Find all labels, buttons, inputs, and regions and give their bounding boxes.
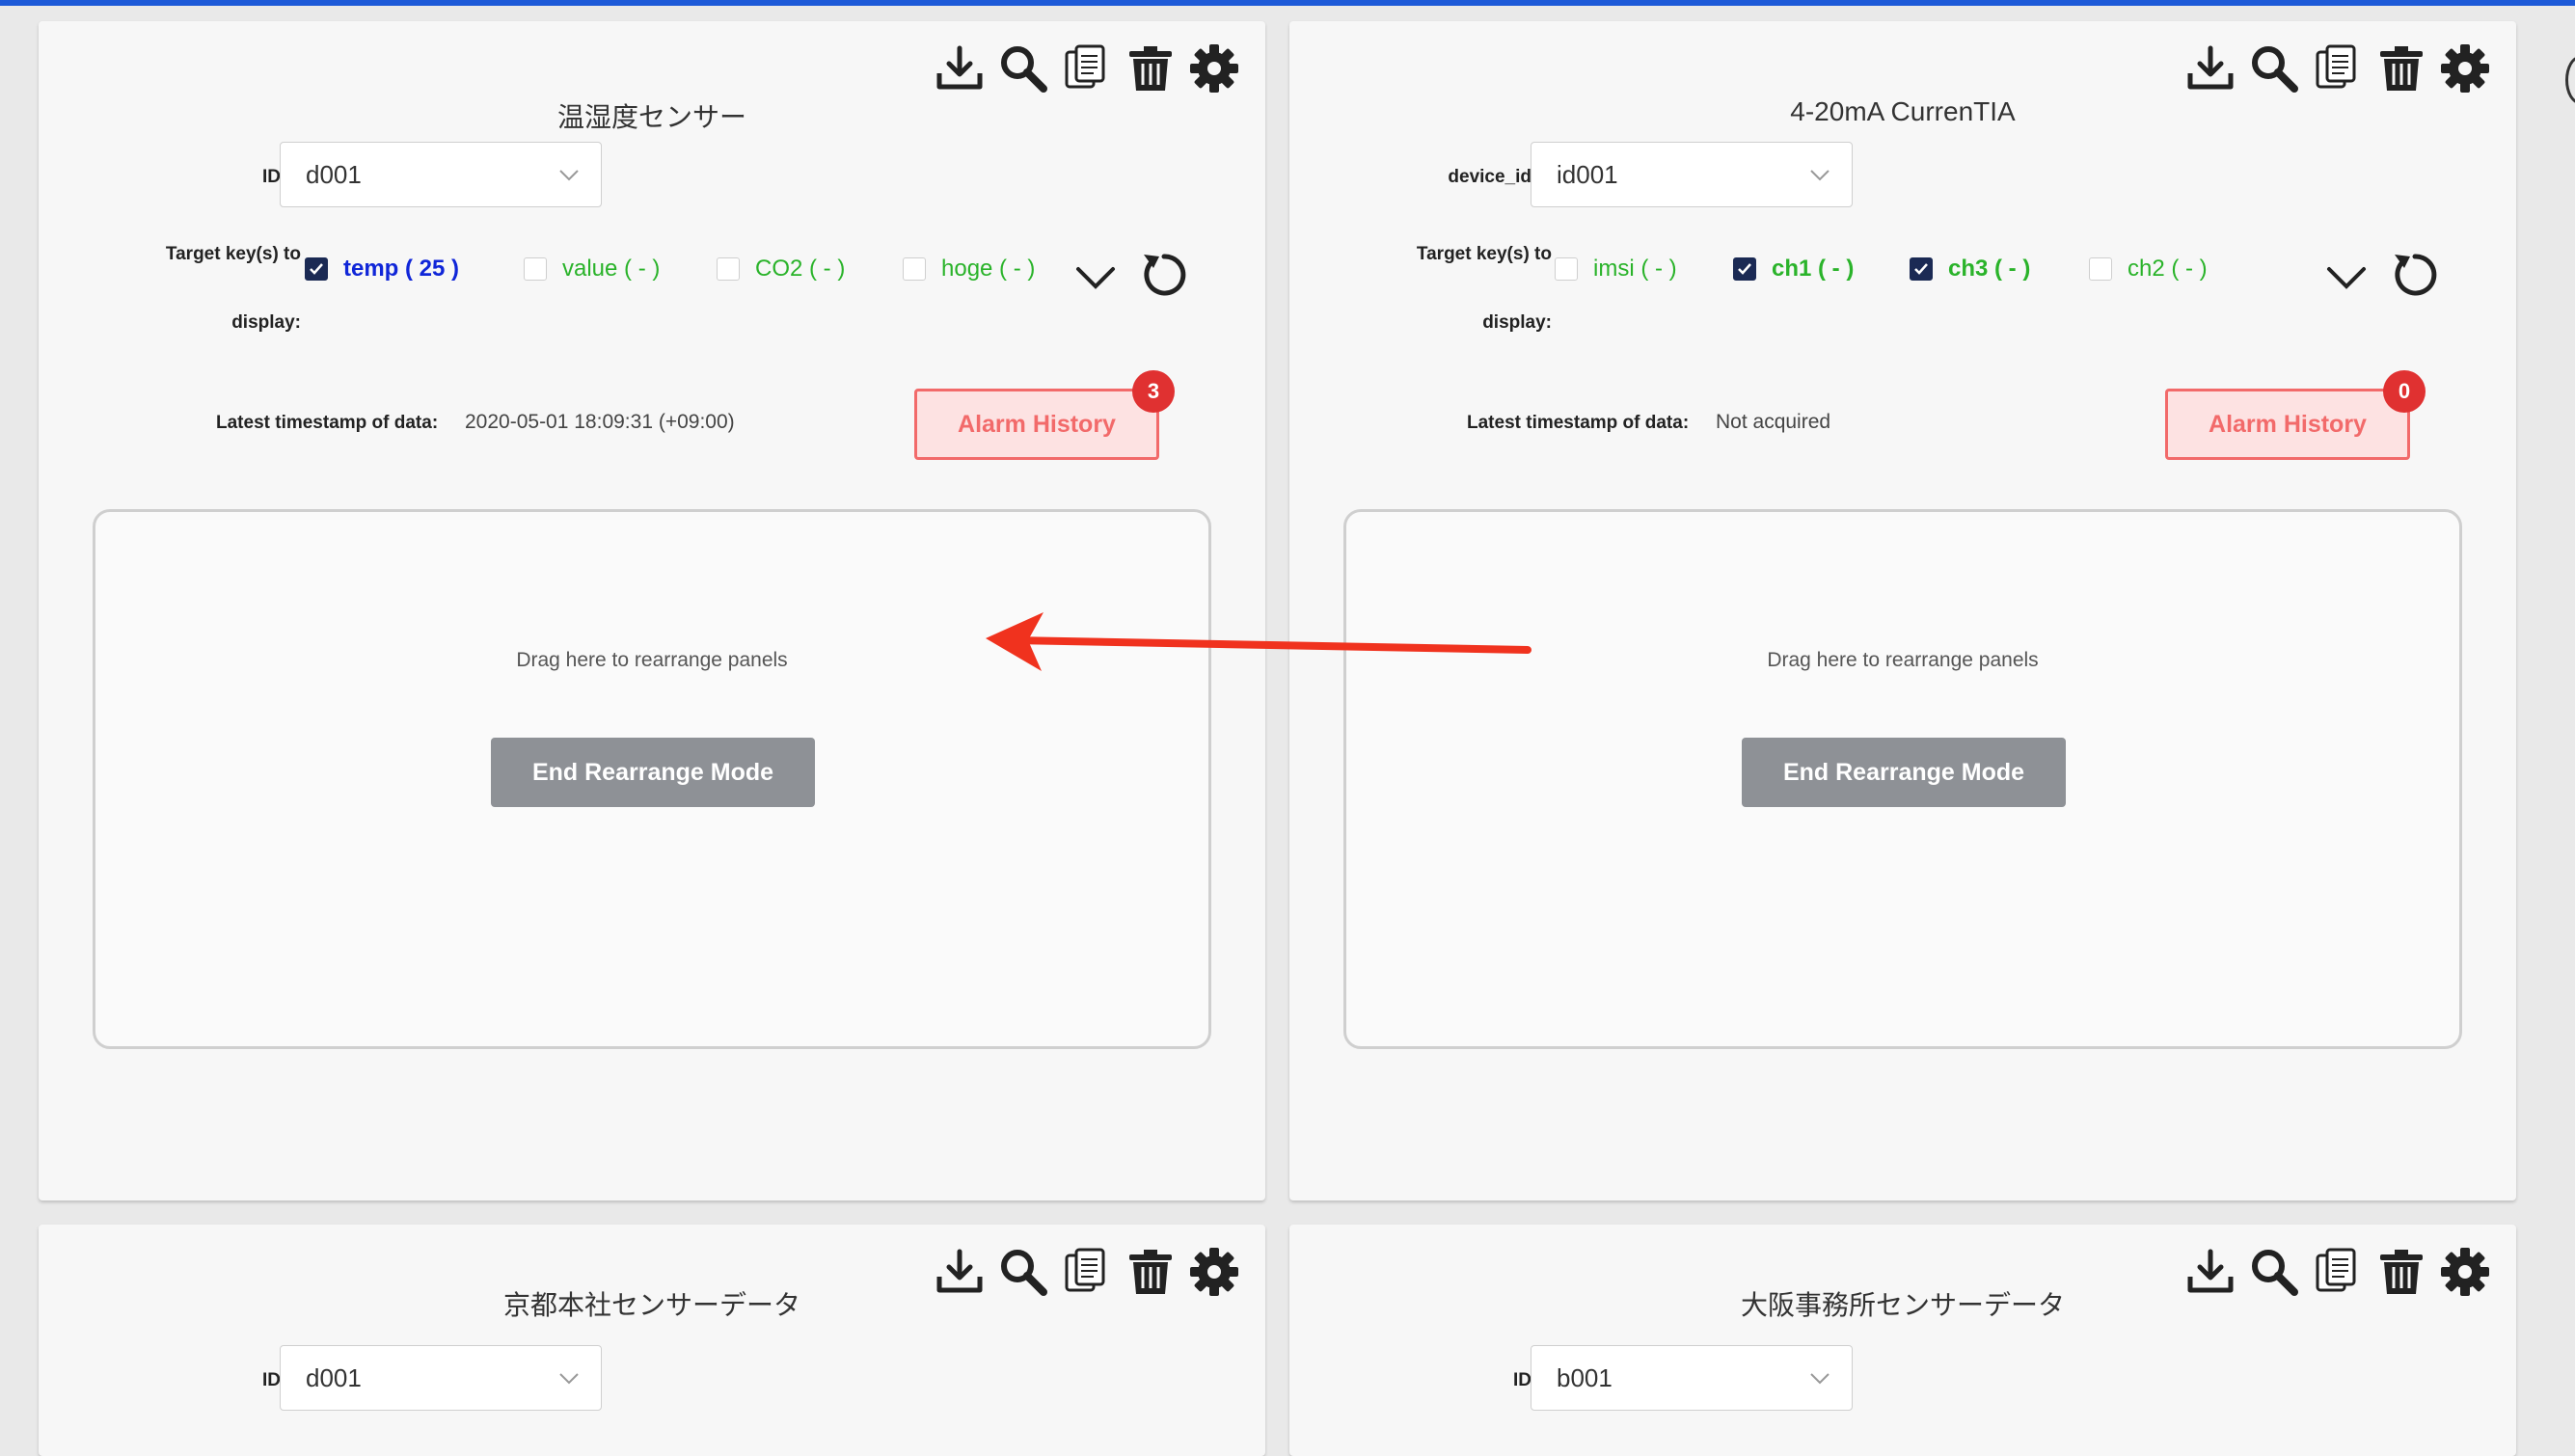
key-checkbox-ch1[interactable]: ch1 ( - ) [1733, 256, 1854, 283]
expand-chevron-icon[interactable] [1074, 256, 1117, 298]
partial-edge-icon [2565, 56, 2575, 104]
panel-title: 大阪事務所センサーデータ [1740, 1290, 2065, 1320]
checkbox[interactable] [903, 257, 926, 281]
checkbox[interactable] [1555, 257, 1578, 281]
download-icon[interactable] [934, 42, 986, 94]
panel-current-tia: 4-20mA CurrenTIA device_id： id001 Target… [1289, 21, 2516, 1200]
key-checkbox-co2[interactable]: CO2 ( - ) [717, 256, 845, 283]
id-select-value: d001 [306, 1363, 362, 1392]
key-label: ch1 ( - ) [1772, 256, 1855, 282]
drop-zone-text: Drag here to rearrange panels [516, 649, 788, 671]
expand-chevron-icon[interactable] [2325, 256, 2368, 298]
id-label: device_id： [1448, 167, 1550, 187]
refresh-icon[interactable] [1138, 249, 1190, 301]
search-icon[interactable] [997, 42, 1049, 94]
search-icon[interactable] [2248, 42, 2300, 94]
panel-title: 京都本社センサーデータ [502, 1290, 800, 1320]
alarm-history-button[interactable]: Alarm History [914, 389, 1159, 460]
panel-title: 温湿度センサー [556, 102, 746, 132]
key-label: value ( - ) [562, 256, 661, 282]
alarm-count-badge: 3 [1132, 370, 1175, 413]
id-select[interactable]: b001 [1531, 1345, 1853, 1411]
panel-title: 4-20mA CurrenTIA [1790, 96, 2016, 126]
key-label: ch2 ( - ) [2128, 256, 2208, 282]
checkbox[interactable] [2089, 257, 2112, 281]
id-select-value: id001 [1557, 160, 1618, 189]
chevron-down-icon [1810, 170, 1830, 181]
panel-temp-humidity: 温湿度センサー ID： d001 Target key(s) to displa… [39, 21, 1265, 1200]
timestamp-label: Latest timestamp of data: [1467, 413, 1690, 433]
trash-icon[interactable] [1125, 42, 1177, 94]
copy-icon[interactable] [1061, 42, 1113, 94]
alarm-history-button[interactable]: Alarm History [2165, 389, 2410, 460]
target-keys-label: Target key(s) to [1416, 244, 1552, 264]
refresh-icon[interactable] [2389, 249, 2441, 301]
copy-icon[interactable] [2312, 42, 2364, 94]
alarm-count-badge: 0 [2383, 370, 2426, 413]
key-checkbox-temp[interactable]: temp ( 25 ) [305, 256, 459, 283]
checkbox[interactable] [524, 257, 547, 281]
key-checkbox-value[interactable]: value ( - ) [524, 256, 660, 283]
timestamp-value: Not acquired [1716, 411, 1831, 433]
trash-icon[interactable] [2375, 42, 2427, 94]
gear-icon[interactable] [2439, 42, 2491, 94]
end-rearrange-button[interactable]: End Rearrange Mode [491, 738, 815, 807]
chevron-down-icon [559, 170, 579, 181]
id-select[interactable]: d001 [280, 142, 602, 207]
chevron-down-icon [1810, 1373, 1830, 1385]
end-rearrange-button[interactable]: End Rearrange Mode [1742, 738, 2066, 807]
checkbox[interactable] [717, 257, 740, 281]
top-accent-bar [0, 0, 2575, 6]
id-select-value: b001 [1557, 1363, 1613, 1392]
target-keys-label-cont: display: [1482, 312, 1552, 333]
key-label: CO2 ( - ) [755, 256, 846, 282]
target-keys-label: Target key(s) to [165, 244, 301, 264]
key-checkbox-hoge[interactable]: hoge ( - ) [903, 256, 1035, 283]
timestamp-label: Latest timestamp of data: [216, 413, 439, 433]
key-label: ch3 ( - ) [1948, 256, 2031, 282]
rearrange-drop-zone[interactable]: Drag here to rearrange panels End Rearra… [93, 509, 1211, 1049]
checkbox[interactable] [1733, 257, 1756, 281]
rearrange-drop-zone[interactable]: Drag here to rearrange panels End Rearra… [1343, 509, 2462, 1049]
id-select[interactable]: id001 [1531, 142, 1853, 207]
chevron-down-icon [559, 1373, 579, 1385]
panel-toolbar [934, 42, 1240, 94]
key-label: temp ( 25 ) [343, 256, 460, 282]
panel-osaka-sensor: 大阪事務所センサーデータ ID： b001 [1289, 1225, 2516, 1456]
panel-kyoto-sensor: 京都本社センサーデータ ID： d001 [39, 1225, 1265, 1456]
panel-toolbar [2184, 42, 2491, 94]
target-keys-label-cont: display: [231, 312, 301, 333]
id-select[interactable]: d001 [280, 1345, 602, 1411]
key-label: imsi ( - ) [1593, 256, 1677, 282]
drop-zone-text: Drag here to rearrange panels [1767, 649, 2039, 671]
gear-icon[interactable] [1188, 42, 1240, 94]
key-checkbox-imsi[interactable]: imsi ( - ) [1555, 256, 1677, 283]
key-label: hoge ( - ) [941, 256, 1036, 282]
key-checkbox-ch2[interactable]: ch2 ( - ) [2089, 256, 2208, 283]
timestamp-value: 2020-05-01 18:09:31 (+09:00) [465, 411, 735, 433]
checkbox[interactable] [1910, 257, 1933, 281]
key-checkbox-ch3[interactable]: ch3 ( - ) [1910, 256, 2030, 283]
id-select-value: d001 [306, 160, 362, 189]
checkbox[interactable] [305, 257, 328, 281]
download-icon[interactable] [2184, 42, 2236, 94]
